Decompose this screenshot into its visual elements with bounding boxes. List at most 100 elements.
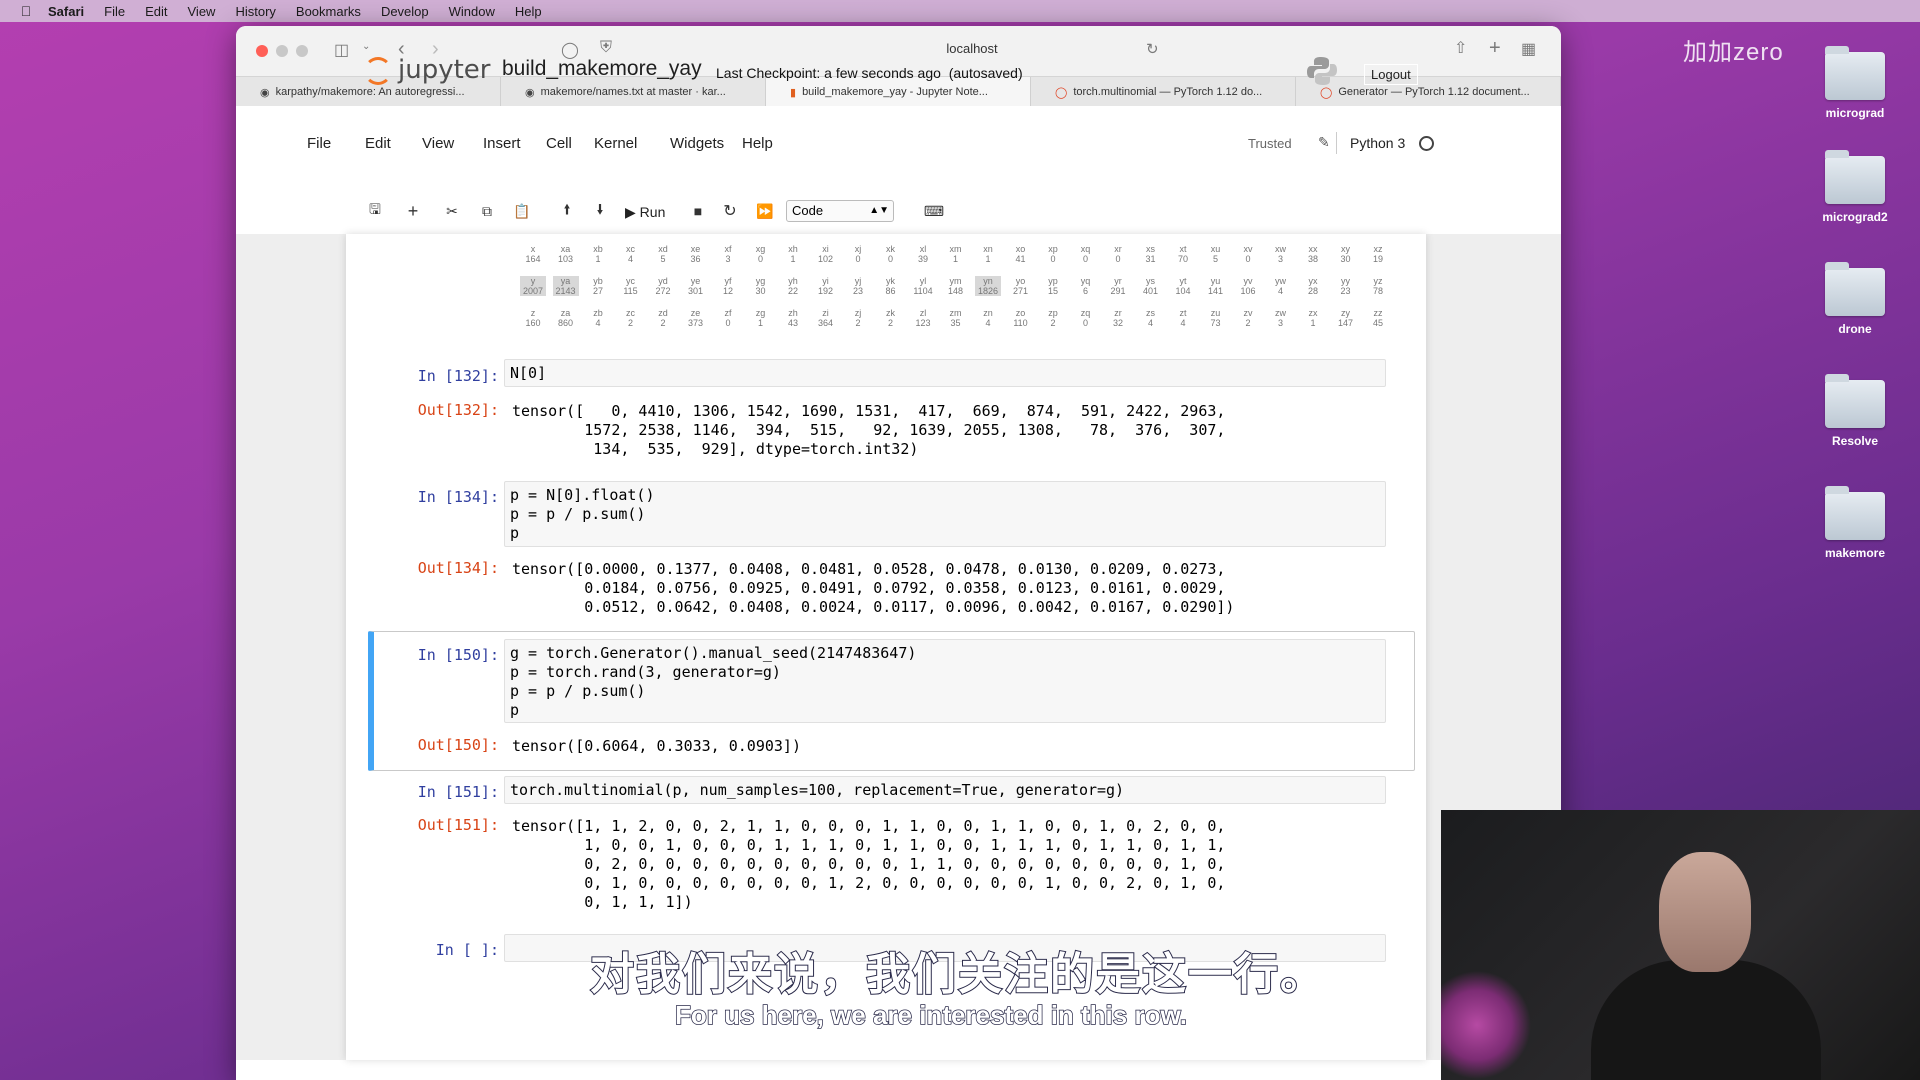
tab-label: karpathy/makemore: An autoregressi... <box>275 86 465 98</box>
menu-edit[interactable]: Edit <box>145 4 167 19</box>
tab-jupyter-notebook[interactable]: ▮ build_makemore_yay - Jupyter Note... <box>766 77 1031 107</box>
menu-view[interactable]: View <box>188 4 216 19</box>
jupyter-menu-kernel[interactable]: Kernel <box>594 135 637 152</box>
close-window-button[interactable] <box>256 45 268 57</box>
bigram-cell: yc 115 <box>618 276 644 296</box>
edit-pencil-icon[interactable]: ✎ <box>1318 134 1330 151</box>
bigram-label: zg <box>755 308 766 318</box>
share-icon[interactable]: ⇧ <box>1454 38 1467 58</box>
apple-icon[interactable]:  <box>18 3 34 19</box>
bigram-label: yg <box>755 276 766 286</box>
desktop-folder-drone[interactable]: drone <box>1800 262 1910 336</box>
cell-151-code[interactable]: torch.multinomial(p, num_samples=100, re… <box>510 781 1124 800</box>
desktop-folder-micrograd2[interactable]: micrograd2 <box>1800 150 1910 224</box>
logout-button[interactable]: Logout <box>1364 64 1418 85</box>
bigram-label: xe <box>690 244 701 254</box>
bigram-count: 5 <box>660 254 666 264</box>
reload-icon[interactable]: ↻ <box>1146 40 1159 58</box>
zoom-window-button[interactable] <box>296 45 308 57</box>
bigram-count: 104 <box>1175 286 1191 296</box>
bigram-count: 272 <box>655 286 671 296</box>
bigram-label: yx <box>1308 276 1318 286</box>
jupyter-menu-cell[interactable]: Cell <box>546 135 572 152</box>
bigram-count: 3 <box>1277 318 1283 328</box>
bigram-label: yp <box>1048 276 1058 286</box>
bigram-label: zf <box>724 308 732 318</box>
menu-develop[interactable]: Develop <box>381 4 429 19</box>
shield-icon[interactable]: ⛨ <box>600 39 612 57</box>
jupyter-menu-edit[interactable]: Edit <box>365 135 391 152</box>
bigram-label: y <box>530 276 536 286</box>
bigram-cell: xz 19 <box>1365 244 1391 264</box>
bigram-cell: xx 38 <box>1300 244 1326 264</box>
bigram-label: xl <box>919 244 927 254</box>
bigram-cell: zn 4 <box>975 308 1001 328</box>
menu-bookmarks[interactable]: Bookmarks <box>296 4 361 19</box>
bigram-label: yw <box>1275 276 1286 286</box>
bigram-count: 4 <box>1277 286 1283 296</box>
bigram-cell: yk 86 <box>878 276 904 296</box>
move-down-icon[interactable]: 🠛 <box>586 200 614 222</box>
paste-icon[interactable]: 📋 <box>508 200 536 222</box>
bigram-count: 160 <box>525 318 541 328</box>
notebook-name[interactable]: build_makemore_yay <box>502 57 702 81</box>
jupyter-logo[interactable]: jupyter <box>364 55 490 85</box>
desktop-folder-makemore[interactable]: makemore <box>1800 486 1910 560</box>
cut-icon[interactable]: ✂ <box>438 200 466 222</box>
tab-label: build_makemore_yay - Jupyter Note... <box>802 86 988 98</box>
bigram-cell: z 160 <box>520 308 546 328</box>
bigram-count: 19 <box>1372 254 1383 264</box>
menu-file[interactable]: File <box>104 4 125 19</box>
cell-134-code[interactable]: p = N[0].float() p = p / p.sum() p <box>510 486 655 543</box>
chevron-down-icon[interactable]: ⌄ <box>362 41 370 52</box>
bigram-count: 23 <box>1340 286 1351 296</box>
desktop-folder-resolve[interactable]: Resolve <box>1800 374 1910 448</box>
restart-icon[interactable]: ↻ <box>716 200 744 222</box>
fast-forward-icon[interactable]: ⏩ <box>751 200 779 222</box>
bigram-label: zz <box>1373 308 1383 318</box>
menu-window[interactable]: Window <box>449 4 495 19</box>
bigram-cell: zb 4 <box>585 308 611 328</box>
tab-torch-multinomial[interactable]: ◯ torch.multinomial — PyTorch 1.12 do... <box>1031 77 1296 107</box>
new-tab-icon[interactable]: + <box>1489 37 1501 60</box>
minimize-window-button[interactable] <box>276 45 288 57</box>
address-bar[interactable]: localhost <box>872 41 1072 56</box>
bigram-count: 28 <box>1307 286 1318 296</box>
cell-type-select[interactable]: Code ▲▼ <box>786 200 894 222</box>
trusted-indicator[interactable]: Trusted <box>1248 136 1292 151</box>
bigram-label: zl <box>919 308 927 318</box>
run-button[interactable]: ▶ Run <box>625 204 665 221</box>
sidebar-icon[interactable]: ◫ <box>334 40 349 60</box>
bigram-count: 15 <box>1047 286 1058 296</box>
menu-app-safari[interactable]: Safari <box>48 4 84 19</box>
bigram-count: 110 <box>1013 318 1028 328</box>
cell-132-output: tensor([ 0, 4410, 1306, 1542, 1690, 1531… <box>512 402 1226 458</box>
empty-cell-in-prompt: In [ ]: <box>435 941 499 959</box>
tab-names-txt[interactable]: ◉ makemore/names.txt at master · kar... <box>501 77 766 107</box>
jupyter-menu-widgets[interactable]: Widgets <box>670 135 724 152</box>
bigram-cell: yz 78 <box>1365 276 1391 296</box>
menu-help[interactable]: Help <box>515 4 542 19</box>
keyboard-icon[interactable]: ⌨ <box>920 200 948 222</box>
bigram-cell: yd 272 <box>650 276 676 296</box>
jupyter-menu-file[interactable]: File <box>307 135 331 152</box>
save-icon[interactable]: 🖫 <box>361 200 389 222</box>
menu-history[interactable]: History <box>235 4 275 19</box>
move-up-icon[interactable]: 🠙 <box>553 200 581 222</box>
bigram-cell: ye 301 <box>683 276 709 296</box>
bigram-label: zu <box>1210 308 1221 318</box>
kernel-name[interactable]: Python 3 <box>1350 135 1405 151</box>
jupyter-menu-help[interactable]: Help <box>742 135 773 152</box>
desktop-folder-micrograd[interactable]: micrograd <box>1800 46 1910 120</box>
jupyter-menu-view[interactable]: View <box>422 135 454 152</box>
cell-132-input[interactable] <box>504 359 1386 387</box>
tab-overview-icon[interactable]: ▦ <box>1521 39 1536 59</box>
copy-icon[interactable]: ⧉ <box>473 200 501 222</box>
stop-icon[interactable]: ■ <box>684 200 712 222</box>
jupyter-menu-insert[interactable]: Insert <box>483 135 521 152</box>
cell-150-code[interactable]: g = torch.Generator().manual_seed(214748… <box>510 644 916 720</box>
insert-cell-icon[interactable]: + <box>399 200 427 222</box>
bigram-cell: xm 1 <box>943 244 969 264</box>
cell-132-code[interactable]: N[0] <box>510 364 546 383</box>
cell-151-output: tensor([1, 1, 2, 0, 0, 2, 1, 1, 0, 0, 0,… <box>512 817 1226 911</box>
